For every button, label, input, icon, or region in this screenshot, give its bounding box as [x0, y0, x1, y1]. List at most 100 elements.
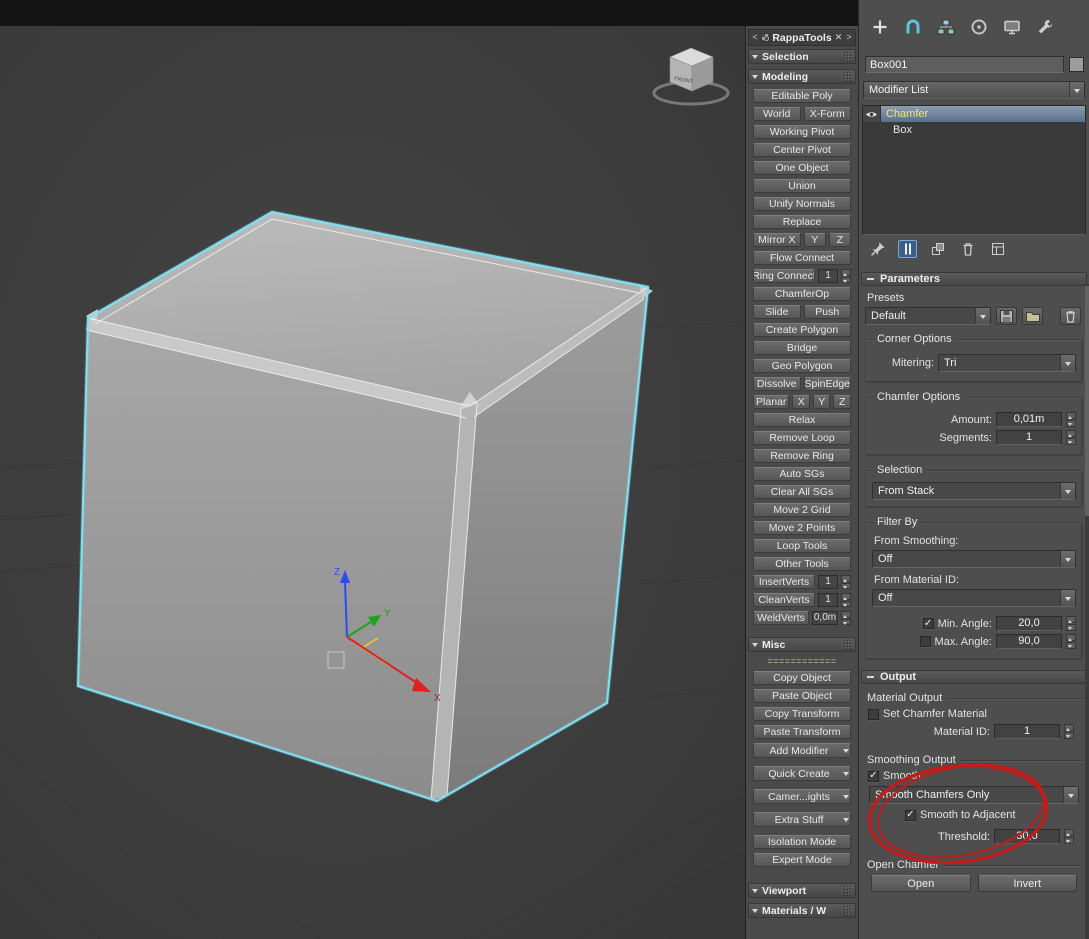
utilities-tab-icon[interactable]: [1034, 16, 1056, 38]
modifier-stack-item-box[interactable]: Box: [863, 122, 1085, 138]
spin-up-icon[interactable]: [841, 593, 851, 600]
material-id-field[interactable]: 1: [994, 724, 1060, 739]
insertverts-spinner[interactable]: [841, 575, 851, 589]
from-smoothing-dropdown[interactable]: Off: [872, 550, 1076, 568]
planar-button[interactable]: Planar: [753, 395, 790, 409]
unify-normals-button[interactable]: Unify Normals: [753, 197, 851, 211]
rollout-grip[interactable]: [843, 905, 852, 916]
rollout-grip[interactable]: [843, 51, 852, 62]
smooth-mode-dropdown[interactable]: Smooth Chamfers Only: [869, 786, 1079, 804]
open-button[interactable]: Open: [871, 875, 971, 892]
ring-connect-field[interactable]: 1: [818, 269, 838, 283]
rollout-materials[interactable]: Materials / W: [748, 903, 856, 918]
chamferop-button[interactable]: ChamferOp: [753, 287, 851, 301]
viewport[interactable]: Z Y X FRONT: [0, 0, 745, 939]
max-angle-spinner[interactable]: [1066, 634, 1076, 649]
spin-down-icon[interactable]: [1064, 837, 1074, 844]
quick-create-dropdown[interactable]: Quick Create: [753, 766, 851, 781]
create-tab-icon[interactable]: [869, 16, 891, 38]
preset-dropdown[interactable]: Default: [865, 307, 991, 325]
delete-preset-icon[interactable]: [1060, 307, 1081, 325]
weldverts-field[interactable]: 0,0m: [812, 611, 838, 625]
dropdown-arrow[interactable]: [1060, 483, 1075, 499]
modify-tab-icon[interactable]: [902, 16, 924, 38]
min-angle-spinner[interactable]: [1066, 616, 1076, 631]
planar-y-button[interactable]: Y: [812, 395, 831, 409]
load-preset-icon[interactable]: [1022, 307, 1043, 325]
next-floater-arrow[interactable]: >: [845, 30, 853, 45]
modifier-stack-item-chamfer[interactable]: Chamfer: [863, 106, 1085, 122]
material-id-spinner[interactable]: [1064, 724, 1074, 739]
dropdown-arrow[interactable]: [975, 308, 990, 324]
rollout-viewport[interactable]: Viewport: [748, 883, 856, 898]
geo-polygon-button[interactable]: Geo Polygon: [753, 359, 851, 373]
dropdown-arrow[interactable]: [1060, 551, 1075, 567]
spin-up-icon[interactable]: [841, 575, 851, 582]
paste-transform-button[interactable]: Paste Transform: [753, 725, 851, 739]
mirror-z-button[interactable]: Z: [828, 233, 852, 247]
copy-object-button[interactable]: Copy Object: [753, 671, 851, 685]
output-rollout-header[interactable]: Output: [861, 670, 1087, 684]
object-name-input[interactable]: [865, 56, 1064, 73]
save-preset-icon[interactable]: [996, 307, 1017, 325]
scrollbar-thumb[interactable]: [1085, 286, 1089, 516]
dropdown-arrow[interactable]: [1060, 590, 1075, 606]
modifier-list-dropdown[interactable]: Modifier List: [863, 81, 1085, 99]
slide-button[interactable]: Slide: [753, 305, 801, 319]
amount-field[interactable]: 0,01m: [996, 412, 1062, 427]
relax-button[interactable]: Relax: [753, 413, 851, 427]
move-2-points-button[interactable]: Move 2 Points: [753, 521, 851, 535]
remove-ring-button[interactable]: Remove Ring: [753, 449, 851, 463]
spin-down-icon[interactable]: [1066, 624, 1076, 631]
create-polygon-button[interactable]: Create Polygon: [753, 323, 851, 337]
world-button[interactable]: World: [753, 107, 801, 121]
working-pivot-button[interactable]: Working Pivot: [753, 125, 851, 139]
rollout-modeling[interactable]: Modeling: [748, 69, 856, 84]
max-angle-checkbox[interactable]: [919, 636, 931, 647]
amount-spinner[interactable]: [1066, 412, 1076, 427]
segments-spinner[interactable]: [1066, 430, 1076, 445]
paste-object-button[interactable]: Paste Object: [753, 689, 851, 703]
motion-tab-icon[interactable]: [968, 16, 990, 38]
pin-stack-icon[interactable]: [868, 240, 887, 258]
dropdown-arrow[interactable]: [1069, 82, 1084, 98]
spin-down-icon[interactable]: [1066, 420, 1076, 427]
spin-up-icon[interactable]: [1064, 829, 1074, 836]
smooth-to-adjacent-checkbox[interactable]: ✓: [905, 809, 916, 821]
from-material-dropdown[interactable]: Off: [872, 589, 1076, 607]
expert-mode-button[interactable]: Expert Mode: [753, 853, 851, 867]
min-angle-field[interactable]: 20,0: [996, 616, 1062, 631]
rollout-grip[interactable]: [843, 71, 852, 82]
isolation-mode-button[interactable]: Isolation Mode: [753, 835, 851, 849]
union-button[interactable]: Union: [753, 179, 851, 193]
mirror-x-button[interactable]: Mirror X: [753, 233, 801, 247]
camera-lights-dropdown[interactable]: Camer...ights: [753, 789, 851, 804]
push-button[interactable]: Push: [803, 305, 851, 319]
dissolve-button[interactable]: Dissolve: [753, 377, 801, 391]
spin-down-icon[interactable]: [1066, 438, 1076, 445]
cleanverts-spinner[interactable]: [841, 593, 851, 607]
mirror-y-button[interactable]: Y: [803, 233, 826, 247]
clear-all-sgs-button[interactable]: Clear All SGs: [753, 485, 851, 499]
spin-up-icon[interactable]: [1066, 412, 1076, 419]
segments-field[interactable]: 1: [996, 430, 1062, 445]
flow-connect-button[interactable]: Flow Connect: [753, 251, 851, 265]
insertverts-field[interactable]: 1: [818, 575, 838, 589]
weldverts-spinner[interactable]: [841, 611, 851, 625]
min-angle-checkbox[interactable]: ✓: [922, 618, 934, 629]
max-angle-field[interactable]: 90,0: [996, 634, 1062, 649]
dropdown-arrow[interactable]: [1063, 787, 1078, 803]
xform-button[interactable]: X-Form: [803, 107, 851, 121]
rollout-selection[interactable]: Selection: [748, 49, 856, 64]
move-2-grid-button[interactable]: Move 2 Grid: [753, 503, 851, 517]
extra-stuff-dropdown[interactable]: Extra Stuff: [753, 812, 851, 827]
editable-poly-button[interactable]: Editable Poly: [753, 89, 851, 103]
chamfered-box[interactable]: [76, 210, 653, 803]
parameters-rollout-header[interactable]: Parameters: [861, 272, 1087, 286]
cleanverts-button[interactable]: CleanVerts: [753, 593, 815, 607]
other-tools-button[interactable]: Other Tools: [753, 557, 851, 571]
spin-down-icon[interactable]: [1066, 642, 1076, 649]
ring-connect-spinner[interactable]: [841, 269, 851, 283]
weldverts-button[interactable]: WeldVerts: [753, 611, 809, 625]
spin-down-icon[interactable]: [841, 276, 851, 283]
